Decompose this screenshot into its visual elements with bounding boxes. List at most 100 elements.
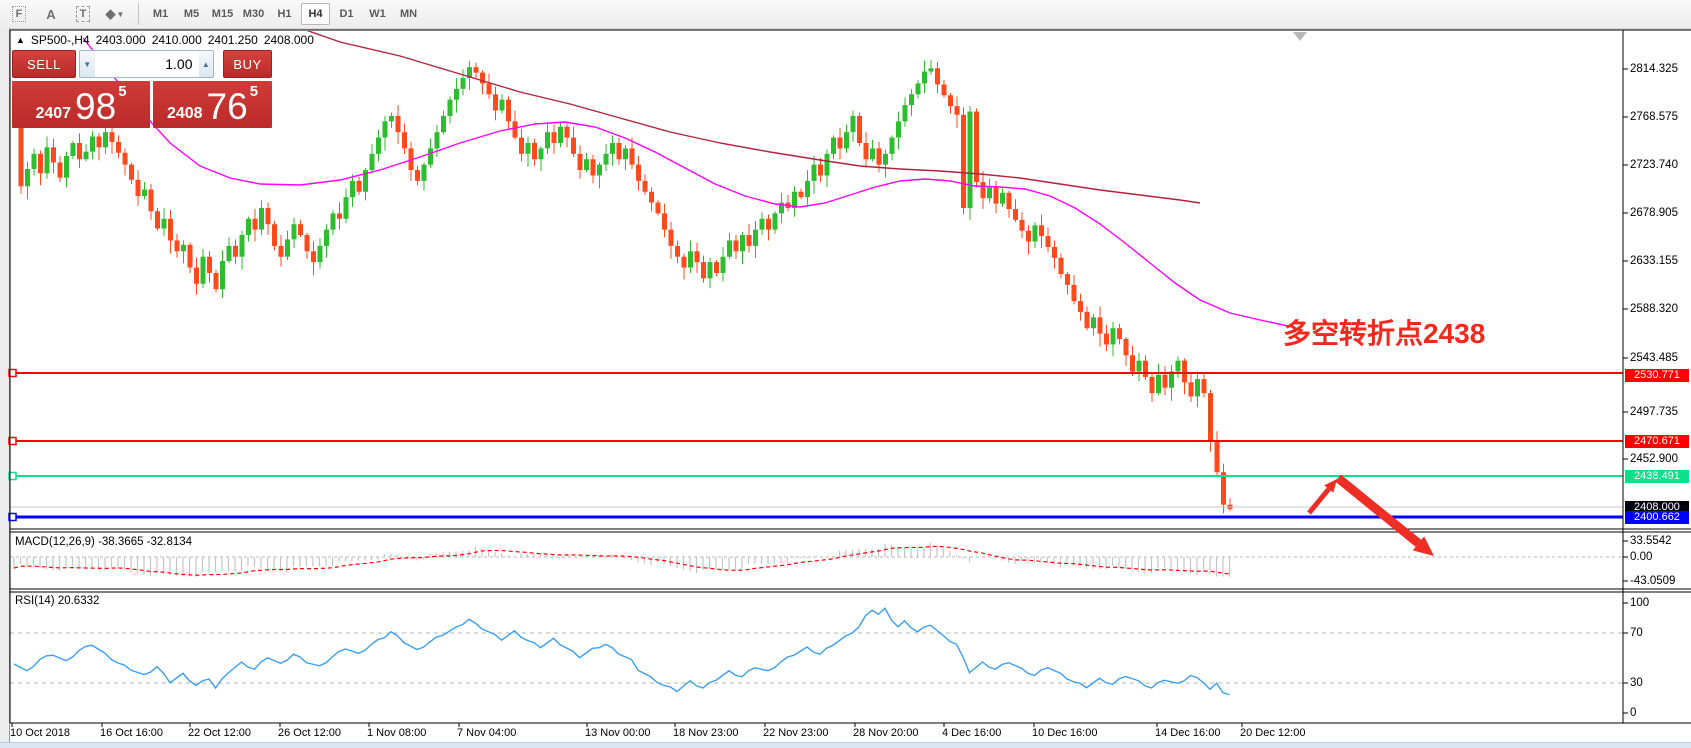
- volume-input[interactable]: [95, 51, 199, 77]
- candle-body: [142, 190, 147, 196]
- candle-body: [357, 181, 362, 192]
- candle-body: [688, 251, 693, 267]
- candle-body: [227, 246, 232, 261]
- candle-body: [1085, 312, 1090, 328]
- candle-body: [734, 240, 739, 251]
- candle-body: [110, 132, 115, 142]
- sell-price-display[interactable]: 2407 98 5: [12, 81, 150, 128]
- candle-body: [955, 106, 960, 115]
- chart-annotation-text[interactable]: 多空转折点2438: [1283, 312, 1485, 352]
- candle-body: [747, 235, 752, 246]
- candle-body: [149, 190, 154, 212]
- candle-body: [305, 235, 310, 251]
- candle-body: [38, 154, 43, 173]
- candle-body: [623, 148, 628, 159]
- candle-body: [870, 148, 875, 159]
- candle-body: [708, 262, 713, 278]
- bounce-arrow[interactable]: [1309, 489, 1329, 513]
- price-badge-2470.671: 2470.671: [1625, 435, 1689, 448]
- candle-body: [1000, 193, 1005, 204]
- candle-body: [1137, 361, 1142, 372]
- candle-body: [656, 203, 661, 214]
- candle-body: [805, 181, 810, 197]
- candle-body: [500, 100, 505, 111]
- buy-price-prefix: 2408: [167, 104, 203, 124]
- candle-body: [162, 219, 167, 229]
- candle-body: [935, 68, 940, 84]
- candle-body: [1104, 334, 1109, 345]
- candle-body: [610, 143, 615, 154]
- candle-body: [116, 142, 121, 153]
- candle-body: [987, 187, 992, 198]
- candle-body: [727, 240, 732, 256]
- rsi-indicator-label: RSI(14) 20.6332: [15, 595, 99, 607]
- candle-body: [1007, 193, 1012, 209]
- candle-body: [617, 143, 622, 159]
- candle-body: [246, 219, 251, 235]
- candle-body: [1202, 379, 1207, 393]
- candle-body: [552, 132, 557, 143]
- candle-body: [25, 169, 30, 186]
- candle-body: [272, 224, 277, 246]
- candle-body: [942, 85, 947, 96]
- candle-body: [669, 230, 674, 246]
- candle-body: [422, 165, 427, 181]
- candle-body: [344, 197, 349, 219]
- candle-body: [201, 257, 206, 284]
- candle-body: [58, 162, 63, 177]
- candle-body: [981, 182, 986, 198]
- candle-body: [896, 121, 901, 137]
- candle-body: [1091, 317, 1096, 328]
- candle-body: [1163, 375, 1168, 388]
- candle-body: [916, 83, 921, 94]
- candle-body: [1026, 231, 1031, 242]
- chart-shift-marker-icon[interactable]: [1293, 32, 1307, 41]
- candle-body: [597, 165, 602, 176]
- candle-body: [129, 165, 134, 180]
- candle-body: [318, 246, 323, 262]
- candle-body: [214, 273, 219, 289]
- candle-body: [370, 154, 375, 170]
- candle-body: [1078, 301, 1083, 312]
- candle-body: [1117, 328, 1122, 339]
- candle-body: [168, 219, 173, 241]
- candle-body: [831, 138, 836, 154]
- volume-stepper: ▼ ▲: [79, 50, 214, 78]
- candle-body: [1124, 339, 1129, 355]
- collapse-icon[interactable]: ▲: [16, 35, 25, 45]
- candle-body: [532, 143, 537, 159]
- candle-body: [695, 251, 700, 262]
- buy-price-display[interactable]: 2408 76 5: [153, 81, 272, 128]
- candle-body: [591, 159, 596, 175]
- candle-body: [350, 181, 355, 197]
- candle-body: [701, 262, 706, 278]
- candle-body: [604, 154, 609, 165]
- candle-body: [311, 251, 316, 262]
- sell-button[interactable]: SELL: [12, 50, 76, 78]
- price-badge-2438.491: 2438.491: [1625, 470, 1689, 483]
- candle-body: [389, 116, 394, 121]
- candle-body: [240, 235, 245, 257]
- buy-price-sup: 5: [250, 83, 258, 100]
- candle-body: [474, 67, 479, 72]
- candle-body: [415, 170, 420, 181]
- candle-body: [630, 148, 635, 164]
- buy-button[interactable]: BUY: [223, 50, 272, 78]
- volume-up-button[interactable]: ▲: [199, 51, 214, 77]
- candle-body: [851, 116, 856, 132]
- candle-body: [584, 159, 589, 170]
- candle-body: [1039, 225, 1044, 236]
- drop-arrow[interactable]: [1338, 478, 1418, 543]
- candle-body: [259, 208, 264, 230]
- candle-body: [838, 138, 843, 149]
- candle-body: [181, 245, 186, 251]
- candle-body: [292, 224, 297, 239]
- candle-body: [753, 230, 758, 246]
- candle-body: [448, 100, 453, 116]
- candle-body: [565, 127, 570, 138]
- ohlc-close: 2408.000: [264, 33, 314, 47]
- sell-price-sup: 5: [118, 83, 126, 100]
- volume-down-button[interactable]: ▼: [80, 51, 95, 77]
- candle-body: [487, 83, 492, 94]
- macd-indicator-label: MACD(12,26,9) -38.3665 -32.8134: [15, 536, 192, 548]
